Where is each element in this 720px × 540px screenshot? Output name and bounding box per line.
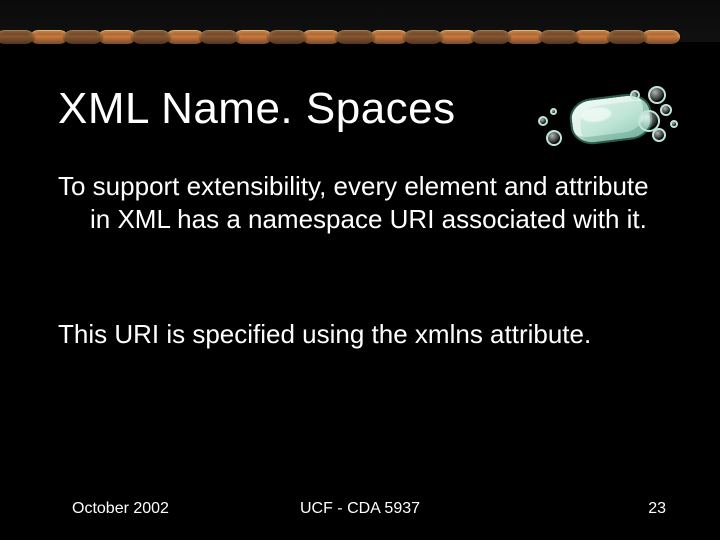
paragraph-2: This URI is specified using the xmlns at… [58, 318, 660, 351]
footer: October 2002 UCF - CDA 5937 23 [0, 500, 720, 522]
slide-title: XML Name. Spaces [58, 84, 456, 134]
paragraph-2-text: This URI is specified using the xmlns at… [58, 318, 660, 351]
soap-icon [552, 82, 672, 160]
top-border-decoration [0, 30, 720, 46]
paragraph-1-text: To support extensibility, every element … [58, 170, 660, 237]
paragraph-1: To support extensibility, every element … [58, 170, 660, 237]
footer-page-number: 23 [648, 500, 666, 518]
footer-course: UCF - CDA 5937 [0, 500, 720, 518]
